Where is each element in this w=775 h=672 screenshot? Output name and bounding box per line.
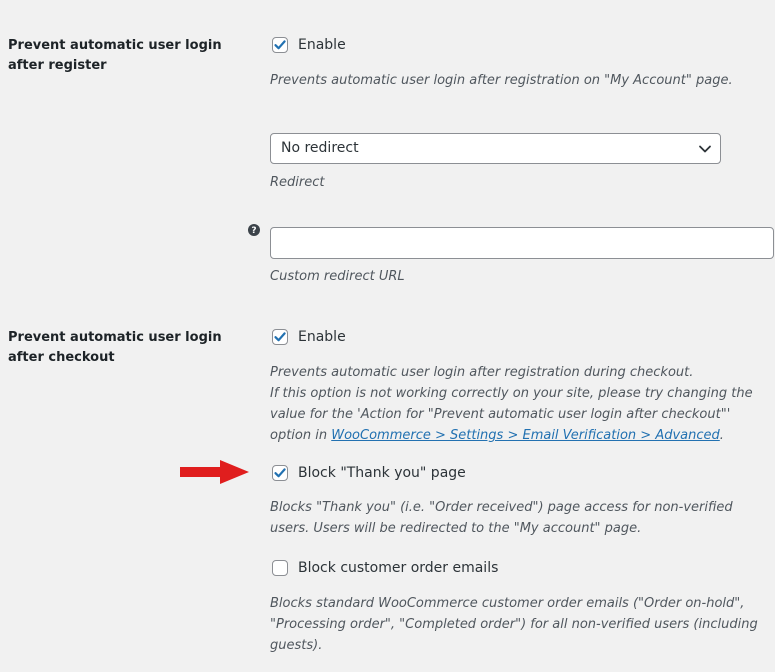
checkmark-icon <box>274 40 286 50</box>
email-verification-advanced-link[interactable]: WooCommerce > Settings > Email Verificat… <box>331 428 720 443</box>
block-emails-desc-line2: "Processing order", "Completed order") f… <box>270 617 758 632</box>
checkout-label-line1: Prevent automatic user login <box>8 330 222 345</box>
checkmark-icon <box>274 332 286 342</box>
register-label-line2: after register <box>8 58 107 73</box>
block-thank-you-desc-line2: users. Users will be redirected to the "… <box>270 521 642 536</box>
checkout-desc-suffix: . <box>719 428 724 443</box>
register-setting-label: Prevent automatic user login after regis… <box>8 36 233 76</box>
svg-text:?: ? <box>251 226 256 236</box>
register-enable-checkbox[interactable] <box>272 37 288 53</box>
checkout-desc-line1: Prevents automatic user login after regi… <box>270 365 694 380</box>
block-thank-you-label[interactable]: Block "Thank you" page <box>298 464 466 482</box>
block-emails-desc-line3: guests). <box>270 638 323 653</box>
checkout-setting-label: Prevent automatic user login after check… <box>8 328 233 368</box>
redirect-select-value: No redirect <box>281 140 359 156</box>
checkout-description: Prevents automatic user login after regi… <box>270 362 775 446</box>
register-description: Prevents automatic user login after regi… <box>270 73 733 88</box>
block-order-emails-checkbox[interactable] <box>272 560 288 576</box>
redirect-label: Redirect <box>270 175 325 190</box>
block-order-emails-description: Blocks standard WooCommerce customer ord… <box>270 593 775 656</box>
checkout-label-line2: after checkout <box>8 350 115 365</box>
redirect-select[interactable]: No redirect <box>270 133 721 164</box>
checkout-desc-line4: option in WooCommerce > Settings > Email… <box>270 425 775 446</box>
checkout-desc-line2: If this option is not working correctly … <box>270 386 753 401</box>
custom-redirect-url-input[interactable] <box>270 227 774 259</box>
checkmark-icon <box>274 468 286 478</box>
block-thank-you-description: Blocks "Thank you" (i.e. "Order received… <box>270 497 775 539</box>
checkout-desc-prefix: option in <box>270 428 332 443</box>
block-thank-you-checkbox[interactable] <box>272 465 288 481</box>
register-label-line1: Prevent automatic user login <box>8 38 222 53</box>
custom-redirect-label: Custom redirect URL <box>270 269 405 284</box>
question-circle-icon[interactable]: ? <box>248 224 260 236</box>
checkout-enable-checkbox[interactable] <box>272 329 288 345</box>
red-arrow-icon <box>180 460 249 484</box>
chevron-down-icon <box>699 145 711 153</box>
block-emails-desc-line1: Blocks standard WooCommerce customer ord… <box>270 596 745 611</box>
block-thank-you-desc-line1: Blocks "Thank you" (i.e. "Order received… <box>270 500 733 515</box>
checkout-desc-line3: value for the 'Action for "Prevent autom… <box>270 407 731 422</box>
block-order-emails-label[interactable]: Block customer order emails <box>298 559 498 577</box>
register-enable-label[interactable]: Enable <box>298 36 346 54</box>
checkout-enable-label[interactable]: Enable <box>298 328 346 346</box>
